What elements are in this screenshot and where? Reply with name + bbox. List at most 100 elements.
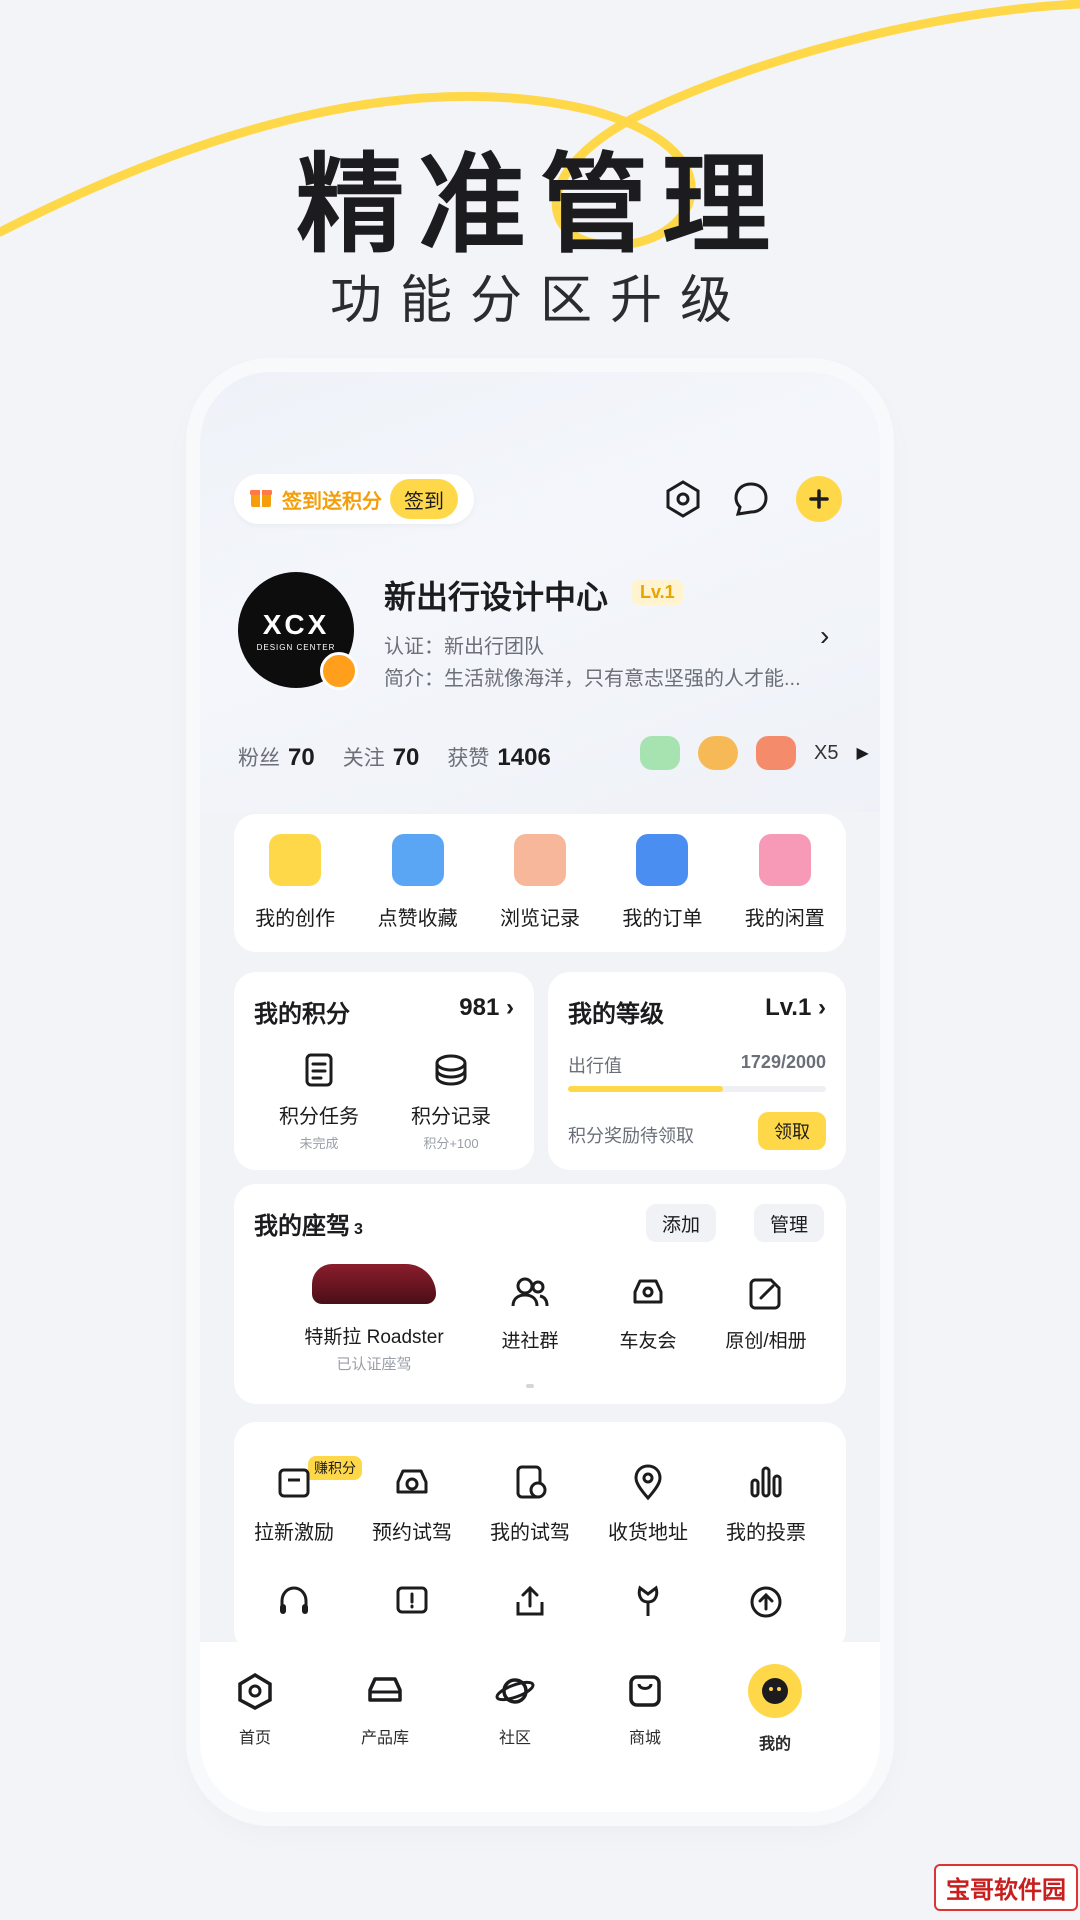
planet-icon (494, 1670, 536, 1712)
mine-icon (748, 1664, 802, 1718)
points-title: 我的积分 (254, 1001, 350, 1028)
quick-grid: 我的创作 点赞收藏 浏览记录 我的订单 我的闲置 (234, 814, 846, 952)
shopping-bag-icon (624, 1670, 666, 1712)
service-address[interactable]: 收货地址 (588, 1462, 708, 1545)
add-car-button[interactable]: 添加 (646, 1204, 717, 1242)
service-contact[interactable] (234, 1582, 354, 1622)
headset-icon (274, 1582, 314, 1622)
car-icon (364, 1670, 406, 1712)
claim-button[interactable]: 领取 (758, 1112, 826, 1150)
service-rate[interactable] (588, 1582, 708, 1622)
quick-idle[interactable]: 我的闲置 (730, 834, 840, 952)
quick-likes[interactable]: 点赞收藏 (363, 834, 473, 952)
alert-message-icon (392, 1582, 432, 1622)
plus-icon[interactable] (796, 476, 842, 522)
tab-home[interactable]: 首页 (200, 1670, 310, 1748)
level-card[interactable]: 我的等级 Lv.1 › 出行值 1729/2000 积分奖励待领取 领取 (548, 972, 846, 1170)
tab-bar: 首页 产品库 社区 商城 我的 (200, 1642, 880, 1812)
order-icon (636, 834, 689, 886)
tab-mall[interactable]: 商城 (590, 1670, 700, 1748)
box-icon (758, 834, 811, 886)
badge-row[interactable]: X5 ▶ (640, 736, 869, 770)
location-icon (628, 1462, 668, 1502)
hero-title: 精准管理 (295, 144, 784, 265)
reward-text: 积分奖励待领取 (568, 1126, 694, 1146)
service-referral[interactable]: 拉新激励 (234, 1462, 354, 1545)
checkin-button[interactable]: 签到 (390, 479, 458, 519)
task-icon (299, 1050, 339, 1090)
avatar-logo: XCX (262, 608, 330, 640)
group-icon (509, 1272, 551, 1314)
badge-count: X5 (814, 741, 839, 764)
scan-icon[interactable] (660, 476, 706, 522)
badge-icon (640, 736, 680, 770)
share-icon (510, 1582, 550, 1622)
tab-products[interactable]: 产品库 (330, 1670, 440, 1748)
points-card[interactable]: 我的积分 981 › 积分任务 未完成 积分记录 积分+100 (234, 972, 534, 1170)
service-share[interactable] (470, 1582, 590, 1622)
points-record[interactable]: 积分记录 积分+100 (386, 1050, 516, 1152)
tab-community[interactable]: 社区 (460, 1670, 570, 1748)
document-clock-icon (510, 1462, 550, 1502)
phone-frame: 签到送积分 签到 XCX DESIGN CENTER 新出行设计中心 Lv.1 … (200, 372, 880, 1812)
services-card: 赚积分 拉新激励 预约试驾 我的试驾 收货地址 我的投票 (234, 1422, 846, 1652)
service-feedback[interactable] (352, 1582, 472, 1622)
level-progress-fill (568, 1086, 723, 1092)
level-progress-label: 出行值 (568, 1056, 622, 1076)
verified-badge-icon (320, 652, 358, 690)
profile-bio: 简介：生活就像海洋，只有意志坚强的人才能... (384, 668, 801, 690)
level-progress-track (568, 1086, 826, 1092)
gift-icon (248, 483, 274, 516)
message-icon[interactable] (728, 476, 774, 522)
avatar-subtext: DESIGN CENTER (256, 642, 336, 652)
quick-history[interactable]: 浏览记录 (485, 834, 595, 952)
quick-my-creation[interactable]: 我的创作 (240, 834, 350, 952)
car-icon (627, 1272, 669, 1314)
stat-following[interactable]: 关注 70 (343, 742, 420, 772)
profile-name: 新出行设计中心 (384, 579, 609, 615)
stat-fans[interactable]: 粉丝 70 (238, 742, 315, 772)
watermark: 宝哥软件园 (934, 1864, 1078, 1911)
service-my-test-drive[interactable]: 我的试驾 (470, 1462, 590, 1545)
history-icon (513, 834, 566, 886)
car-clock-icon (392, 1462, 432, 1502)
profile-stats: 粉丝 70 关注 70 获赞 1406 (238, 742, 551, 772)
flower-icon (628, 1582, 668, 1622)
checkin-pill[interactable]: 签到送积分 签到 (234, 474, 474, 524)
level-tag: Lv.1 (632, 580, 683, 605)
profile-certification: 认证：新出行团队 (384, 636, 544, 658)
seats-card: 我的座驾3 添加 管理 特斯拉 Roadster 已认证座驾 进社群 车友会 (234, 1184, 846, 1404)
pager-dot (526, 1384, 534, 1388)
quick-orders[interactable]: 我的订单 (607, 834, 717, 952)
car-club[interactable]: 车友会 (598, 1272, 698, 1353)
chevron-right-icon[interactable]: › (820, 620, 829, 652)
car-item[interactable]: 特斯拉 Roadster 已认证座驾 (284, 1264, 464, 1374)
service-update[interactable] (706, 1582, 826, 1622)
car-image (312, 1264, 436, 1304)
album[interactable]: 原创/相册 (716, 1272, 816, 1353)
checkin-text: 签到送积分 (282, 490, 382, 513)
level-progress-text: 1729/2000 (740, 1052, 826, 1072)
badge-icon (756, 736, 796, 770)
tab-mine[interactable]: 我的 (720, 1664, 830, 1754)
seats-title: 我的座驾 3 (254, 1213, 363, 1240)
service-book-test-drive[interactable]: 预约试驾 (352, 1462, 472, 1545)
badge-icon (698, 736, 738, 770)
wallet-icon (274, 1462, 314, 1502)
service-my-vote[interactable]: 我的投票 (706, 1462, 826, 1545)
upload-circle-icon (746, 1582, 786, 1622)
play-icon: ▶ (856, 745, 869, 762)
creation-icon (269, 834, 322, 886)
edit-icon (745, 1272, 787, 1314)
level-title: 我的等级 (568, 1001, 664, 1028)
points-value[interactable]: 981 › (459, 994, 514, 1022)
star-icon (391, 834, 444, 886)
home-icon (234, 1670, 276, 1712)
join-group[interactable]: 进社群 (480, 1272, 580, 1353)
points-task[interactable]: 积分任务 未完成 (254, 1050, 384, 1152)
coins-icon (431, 1050, 471, 1090)
hero-subtitle: 功能分区升级 (329, 272, 750, 330)
level-value[interactable]: Lv.1 › (765, 994, 826, 1022)
stat-likes[interactable]: 获赞 1406 (447, 742, 550, 772)
manage-car-button[interactable]: 管理 (754, 1204, 825, 1242)
